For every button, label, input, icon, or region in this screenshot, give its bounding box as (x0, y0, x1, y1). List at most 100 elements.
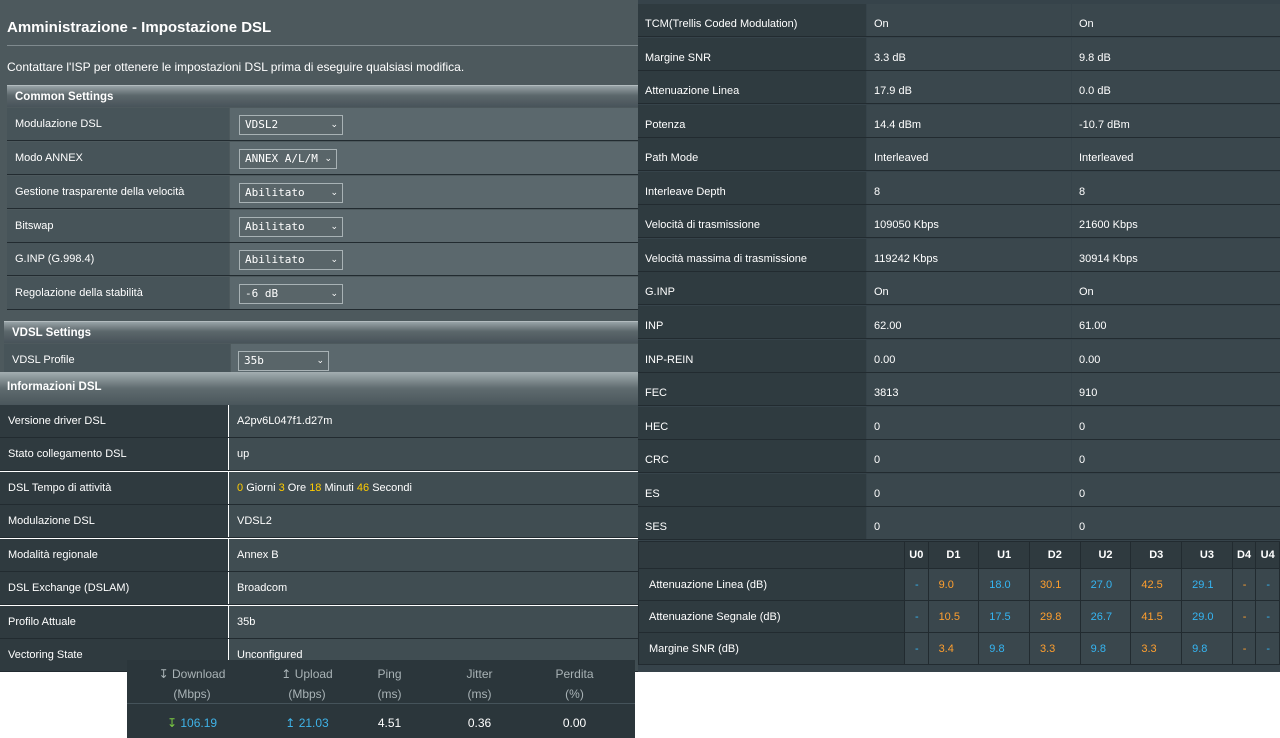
band-value: 26.7 (1079, 600, 1132, 633)
stats-upstream: 0 (1072, 440, 1280, 472)
info-label: Modulazione DSL (0, 505, 228, 537)
stats-row: FEC 3813 910 (638, 373, 1280, 406)
band-header: D3 (1130, 541, 1183, 569)
setting-label: Modo ANNEX (7, 142, 229, 174)
stats-downstream: 3813 (867, 373, 1071, 405)
setting-row-annex: Modo ANNEX ANNEX A/L/M ⌄ (7, 142, 638, 175)
stats-upstream: 0.0 dB (1072, 71, 1280, 103)
title-divider (7, 45, 638, 46)
stats-row: Velocità di trasmissione 109050 Kbps 21600… (638, 205, 1280, 238)
stats-label: CRC (638, 440, 866, 472)
band-value: - (1255, 600, 1280, 633)
stats-row: Velocità massima di trasmissione 119242 K… (638, 239, 1280, 272)
stats-downstream: 119242 Kbps (867, 239, 1071, 271)
stats-upstream: On (1072, 272, 1280, 304)
stats-downstream: On (867, 272, 1071, 304)
ginp-select[interactable]: Abilitato ⌄ (239, 250, 343, 270)
info-value: up (229, 438, 638, 470)
setting-row-bitswap: Bitswap Abilitato ⌄ (7, 210, 638, 243)
stats-row: HEC 0 0 (638, 407, 1280, 440)
info-value: Broadcom (229, 572, 638, 604)
stats-row: TCM(Trellis Coded Modulation) On On (638, 4, 1280, 37)
upload-arrow-icon: ↥ (285, 716, 296, 730)
stats-row: G.INP On On (638, 272, 1280, 305)
info-label: Profilo Attuale (0, 606, 228, 638)
band-header-row: U0 D1 U1 D2 U2 D3 U3 D4 U4 (638, 541, 1280, 569)
stats-upstream: 0 (1072, 407, 1280, 439)
rate-management-select[interactable]: Abilitato ⌄ (239, 183, 343, 203)
loss-value: 0.00 (562, 716, 587, 730)
band-value: 3.3 (1028, 632, 1081, 665)
band-header: U2 (1079, 541, 1132, 569)
speedtest-panel: ↧ Download (Mbps) ↥ Upload (Mbps) Ping (… (127, 660, 635, 738)
stats-upstream: 0.00 (1072, 340, 1280, 372)
dsl-settings-panel: Amministrazione - Impostazione DSL Conta… (0, 0, 638, 372)
ping-header: Ping (ms) (377, 667, 402, 701)
chevron-down-icon: ⌄ (330, 255, 338, 265)
stats-label: HEC (638, 407, 866, 439)
band-value: 9.0 (927, 568, 980, 601)
speedtest-divider (127, 703, 635, 704)
stats-upstream: 30914 Kbps (1072, 239, 1280, 271)
download-arrow-icon: ↧ (158, 667, 169, 681)
stats-row: Path Mode Interleaved Interleaved (638, 138, 1280, 171)
band-value: - (1255, 632, 1280, 665)
download-arrow-icon: ↧ (166, 716, 177, 730)
stats-upstream: 0 (1072, 507, 1280, 539)
upload-value: ↥ 21.03 (285, 716, 329, 730)
stats-row: Potenza 14.4 dBm -10.7 dBm (638, 105, 1280, 138)
band-value: - (1231, 600, 1257, 633)
stats-label: TCM(Trellis Coded Modulation) (638, 4, 866, 36)
stats-label: ES (638, 474, 866, 506)
band-header: D1 (927, 541, 980, 569)
stats-label: Potenza (638, 105, 866, 137)
stats-downstream: 0 (867, 474, 1071, 506)
stats-downstream: On (867, 4, 1071, 36)
band-value: - (1255, 568, 1280, 601)
stats-label: Interleave Depth (638, 172, 866, 204)
stats-upstream: 61.00 (1072, 306, 1280, 338)
chevron-down-icon: ⌄ (330, 289, 338, 299)
info-value: A2pv6L047f1.d27m (229, 405, 638, 437)
band-value: 9.8 (978, 632, 1030, 665)
band-header: U3 (1181, 541, 1233, 569)
annex-select[interactable]: ANNEX A/L/M ⌄ (239, 149, 337, 169)
stats-upstream: 8 (1072, 172, 1280, 204)
setting-label: VDSL Profile (4, 344, 230, 372)
stats-label: Attenuazione Linea (638, 71, 866, 103)
stats-downstream: 8 (867, 172, 1071, 204)
info-row: DSL Exchange (DSLAM) Broadcom (0, 572, 638, 605)
stability-select[interactable]: -6 dB ⌄ (239, 284, 343, 304)
download-header: ↧ Download (Mbps) (158, 667, 226, 701)
chevron-down-icon: ⌄ (324, 154, 332, 164)
stats-upstream: 0 (1072, 474, 1280, 506)
setting-label: Modulazione DSL (7, 108, 229, 140)
setting-row-stability: Regolazione della stabilità -6 dB ⌄ (7, 277, 638, 310)
chevron-down-icon: ⌄ (330, 120, 338, 130)
stats-label: SES (638, 507, 866, 539)
band-value: 29.0 (1181, 600, 1233, 633)
vdsl-profile-select[interactable]: 35b ⌄ (238, 351, 329, 371)
ping-value: 4.51 (377, 716, 402, 730)
stats-downstream: 0 (867, 507, 1071, 539)
setting-row-modulation: Modulazione DSL VDSL2 ⌄ (7, 108, 638, 141)
info-row: Stato collegamento DSL up (0, 438, 638, 471)
loss-header: Perdita (%) (555, 667, 594, 701)
setting-label: Regolazione della stabilità (7, 277, 229, 309)
bitswap-select[interactable]: Abilitato ⌄ (239, 217, 343, 237)
modulation-select[interactable]: VDSL2 ⌄ (239, 115, 343, 135)
stats-upstream: -10.7 dBm (1072, 105, 1280, 137)
dsl-stats-panel: TCM(Trellis Coded Modulation) On On Margine… (638, 0, 1280, 672)
stats-downstream: 0 (867, 440, 1071, 472)
band-row: Attenuazione Linea (dB) - 9.0 18.0 30.1 … (638, 568, 1280, 601)
info-label: Stato collegamento DSL (0, 438, 228, 470)
band-header: U4 (1255, 541, 1280, 569)
stats-downstream: 0.00 (867, 340, 1071, 372)
stats-downstream: 109050 Kbps (867, 205, 1071, 237)
band-value: - (904, 568, 929, 601)
band-value: 9.8 (1079, 632, 1132, 665)
stats-label: Path Mode (638, 138, 866, 170)
stats-upstream: On (1072, 4, 1280, 36)
info-value: Annex B (229, 539, 638, 571)
setting-label: G.INP (G.998.4) (7, 243, 229, 275)
